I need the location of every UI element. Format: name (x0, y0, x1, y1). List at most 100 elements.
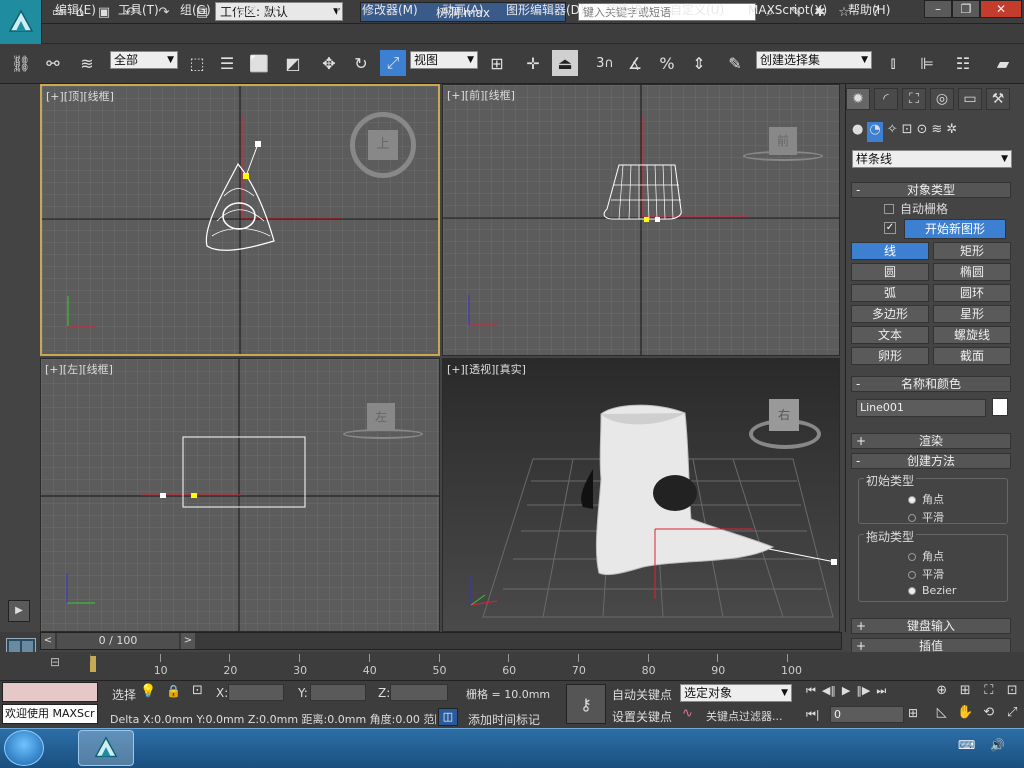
key-filters-button[interactable]: 关键点过滤器... (706, 708, 783, 724)
menu-customize[interactable]: 自定义(U) (670, 2, 724, 18)
zoom-extents-icon[interactable]: ⛶ (977, 683, 1001, 705)
keyboard-shortcut-override-icon[interactable]: ⏏ (552, 50, 578, 76)
play-icon[interactable]: ▶ (8, 600, 30, 622)
play-animation-icon[interactable]: ▶ (842, 684, 850, 702)
viewport-front[interactable]: [+][前][线框] 前 (442, 84, 840, 356)
time-next-icon[interactable]: > (181, 633, 195, 649)
x-coordinate-input[interactable] (228, 684, 284, 701)
object-rectangle-button[interactable]: 矩形 (933, 242, 1011, 260)
object-name-input[interactable]: Line001 (856, 399, 986, 417)
shapes-icon[interactable]: ◔ (867, 122, 883, 142)
hierarchy-tab-icon[interactable]: ⛶ (902, 88, 926, 110)
object-ellipse-button[interactable]: 椭圆 (933, 263, 1011, 281)
viewcube-face[interactable]: 前 (769, 127, 797, 155)
menu-modifiers[interactable]: 修改器(M) (362, 2, 418, 18)
render-setup-icon[interactable]: ▰ (990, 50, 1016, 76)
menu-animation[interactable]: 动画(A) (442, 2, 484, 18)
zoom-extents-all-icon[interactable]: ⊡ (1001, 683, 1024, 705)
time-slider[interactable]: < 0 / 100 > (40, 632, 842, 650)
geometry-icon[interactable]: ● (852, 122, 863, 142)
viewcube-face[interactable]: 左 (367, 403, 395, 431)
goto-start-icon[interactable]: ⏮ (806, 684, 816, 702)
object-color-swatch[interactable] (992, 398, 1008, 416)
viewport-top-label[interactable]: [+][顶][线框] (46, 88, 114, 104)
object-text-button[interactable]: 文本 (851, 326, 929, 344)
key-mode-icon[interactable]: ⏮| (806, 708, 820, 722)
viewcube-face[interactable]: 右 (769, 399, 799, 431)
set-key-button[interactable]: 设置关键点 (612, 708, 672, 725)
object-circle-button[interactable]: 圆 (851, 263, 929, 281)
object-star-button[interactable]: 星形 (933, 305, 1011, 323)
creation-method-rollout[interactable]: - 创建方法 (851, 453, 1011, 469)
named-selection-dropdown[interactable]: 创建选择集 ▼ (756, 51, 872, 69)
shape-category-dropdown[interactable]: 样条线 ▼ (852, 150, 1012, 168)
rotate-icon[interactable]: ↻ (348, 50, 374, 76)
absolute-mode-icon[interactable]: ⊡ (192, 683, 203, 698)
pivot-center-icon[interactable]: ⊞ (484, 50, 510, 76)
next-frame-icon[interactable]: ‖▶ (856, 684, 870, 702)
initial-corner-radio[interactable]: 角点 (908, 491, 944, 507)
auto-key-button[interactable]: 自动关键点 (612, 686, 672, 703)
display-tab-icon[interactable]: ▭ (958, 88, 982, 110)
goto-end-icon[interactable]: ⏭ (876, 684, 886, 702)
selection-lock-icon[interactable]: 🔒 (166, 684, 181, 698)
drag-smooth-radio[interactable]: 平滑 (908, 566, 944, 582)
select-manipulate-icon[interactable]: ✛ (520, 50, 546, 76)
start-new-shape-button[interactable]: 开始新图形 (904, 219, 1006, 239)
select-by-name-icon[interactable]: ☰ (214, 50, 240, 76)
menu-graph-editors[interactable]: 图形编辑器(D) (506, 2, 585, 18)
object-egg-button[interactable]: 卵形 (851, 347, 929, 365)
scale-icon[interactable]: ⤢ (380, 50, 406, 76)
motion-tab-icon[interactable]: ◎ (930, 88, 954, 110)
maximize-button[interactable]: ❐ (952, 0, 980, 18)
rectangular-selection-icon[interactable]: ⬜ (246, 50, 272, 76)
start-button-icon[interactable] (4, 730, 44, 766)
zoom-all-icon[interactable]: ⊞ (954, 683, 978, 705)
add-time-tag-button[interactable]: 添加时间标记 (468, 711, 540, 728)
menu-rendering[interactable]: 渲染(R) (606, 2, 648, 18)
key-target-dropdown[interactable]: 选定对象 ▼ (680, 684, 792, 702)
zoom-icon[interactable]: ⊕ (930, 683, 954, 705)
initial-smooth-radio[interactable]: 平滑 (908, 509, 944, 525)
mirror-icon[interactable]: ⫾ (880, 50, 906, 76)
keyboard-entry-rollout[interactable]: + 键盘输入 (851, 618, 1011, 634)
start-new-shape-checkbox[interactable]: ✓ (884, 222, 896, 234)
mini-curve-editor-icon[interactable]: ⊟ (50, 655, 72, 671)
link-icon[interactable]: ⛓ (8, 50, 34, 76)
utilities-tab-icon[interactable]: ⚒ (986, 88, 1010, 110)
spinner-snap-icon[interactable]: ⇕ (686, 50, 712, 76)
menu-tools[interactable]: 工具(T) (118, 2, 159, 18)
rendering-rollout[interactable]: + 渲染 (851, 433, 1011, 449)
orbit-icon[interactable]: ⟲ (977, 705, 1001, 727)
cameras-icon[interactable]: ⊡ (902, 122, 913, 142)
search-input[interactable]: 键入关键字或短语 (578, 3, 756, 21)
isolate-bulb-icon[interactable]: 💡 (140, 684, 156, 699)
menu-maxscript[interactable]: MAXScript(X) (748, 2, 827, 18)
field-of-view-icon[interactable]: ◺ (930, 705, 954, 727)
maxscript-listener-input[interactable]: 欢迎使用 MAXScr (2, 704, 98, 724)
menu-edit[interactable]: 编辑(E) (55, 2, 96, 18)
viewcube-face[interactable]: 上 (368, 130, 398, 160)
helpers-icon[interactable]: ⊙ (917, 122, 928, 142)
angle-snap-icon[interactable]: ∡ (622, 50, 648, 76)
menu-view[interactable]: 视图(V) (234, 2, 276, 18)
current-frame-input[interactable]: 0 (830, 706, 904, 723)
select-object-icon[interactable]: ⬚ (184, 50, 210, 76)
edit-named-selection-icon[interactable]: ✎ (722, 50, 748, 76)
create-tab-icon[interactable]: ✹ (846, 88, 870, 110)
viewport-top[interactable]: [+][顶][线框] 上 (40, 84, 440, 356)
taskbar-3dsmax-button[interactable] (78, 730, 134, 766)
prev-frame-icon[interactable]: ◀‖ (822, 684, 836, 702)
viewport-left-label[interactable]: [+][左][线框] (45, 361, 113, 377)
window-crossing-icon[interactable]: ◩ (280, 50, 306, 76)
object-section-button[interactable]: 截面 (933, 347, 1011, 365)
object-arc-button[interactable]: 弧 (851, 284, 929, 302)
minimize-button[interactable]: – (924, 0, 952, 18)
set-key-icon[interactable]: ⚷ (566, 684, 606, 724)
save-file-icon[interactable]: ▣ (94, 3, 114, 21)
time-config-icon[interactable]: ⊞ (908, 706, 918, 720)
object-ngon-button[interactable]: 多边形 (851, 305, 929, 323)
maxscript-listener-pink[interactable] (2, 682, 98, 702)
auto-grid-checkbox[interactable]: 自动栅格 (884, 200, 948, 217)
object-donut-button[interactable]: 圆环 (933, 284, 1011, 302)
